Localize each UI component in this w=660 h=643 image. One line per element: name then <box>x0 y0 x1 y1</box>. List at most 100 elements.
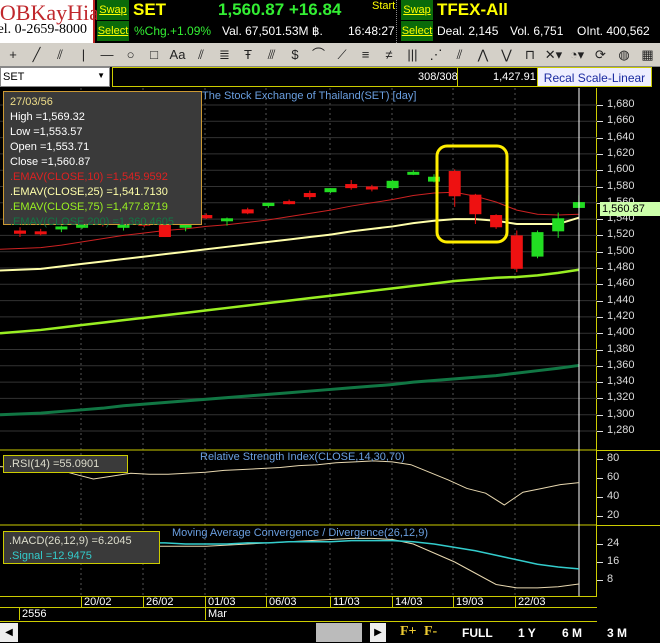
cycle-icon[interactable]: ⫽ <box>449 45 471 65</box>
macd-info-panel: .MACD(26,12,9) =6.2045 .Signal =12.9475 <box>3 531 160 564</box>
tfex-swap-button[interactable]: Swap <box>401 0 433 20</box>
axis-tick <box>597 284 603 286</box>
andrews-pitchfork-icon[interactable]: ⫻ <box>261 45 283 65</box>
tfex-select-button[interactable]: Select <box>401 21 433 41</box>
set-select-button[interactable]: Select <box>97 21 129 41</box>
axis-tick <box>597 300 603 302</box>
rectangle-icon[interactable]: □ <box>143 45 165 65</box>
candle-body <box>448 171 461 197</box>
scrollbar-thumb[interactable] <box>316 623 362 642</box>
macd-value: .MACD(26,12,9) =6.2045 <box>9 535 132 547</box>
circle-icon[interactable]: ○ <box>120 45 142 65</box>
fan-icon[interactable]: ⟋ <box>331 45 353 65</box>
magnet-icon[interactable]: ⊓ <box>519 45 541 65</box>
broker-logo: UOBKayHian Tel. 0-2659-8000 <box>0 0 110 43</box>
calendar-icon[interactable]: ▦ <box>637 45 659 65</box>
start-label: Start <box>372 0 396 12</box>
price-tick-label: 1,680 <box>607 98 635 110</box>
price-tick-label: 1,420 <box>607 309 635 322</box>
axis-tick <box>597 414 603 416</box>
clock-icon[interactable]: ◔▾ <box>566 45 588 65</box>
axis-tick <box>597 268 603 269</box>
ohlc-info-panel: 27/03/56 High =1,569.32 Low =1,553.57 Op… <box>3 91 202 228</box>
delete-icon[interactable]: ✕▾ <box>543 45 565 65</box>
date-label: 06/03 <box>266 596 297 608</box>
gann-icon[interactable]: ≠ <box>378 45 400 65</box>
recal-scale-button[interactable]: Recal Scale-Linear <box>537 67 652 87</box>
palette-icon[interactable]: ◍ <box>613 45 635 65</box>
parallel-line-icon[interactable]: ⫽ <box>49 45 71 65</box>
vertical-line-icon[interactable]: | <box>73 45 95 65</box>
macd-tick-label: 8 <box>607 573 614 585</box>
axis-tick <box>597 497 603 498</box>
scroll-right-button[interactable]: ▶ <box>370 623 386 642</box>
tfex-symbol: TFEX-All <box>437 0 508 19</box>
crosshair-icon[interactable]: + <box>2 45 24 65</box>
cursor-value: 1,427.91 <box>493 71 536 83</box>
month-label: Mar <box>205 608 227 620</box>
date-label: 26/02 <box>143 596 174 608</box>
axis-tick <box>597 219 603 221</box>
candle-body <box>407 171 420 175</box>
fibonacci-icon[interactable]: ≣ <box>214 45 236 65</box>
axis-tick <box>597 580 603 581</box>
price-tick-label: 1,480 <box>607 261 635 273</box>
time-zone-icon[interactable]: ||| <box>402 45 424 65</box>
chevron-down-icon[interactable]: ▼ <box>97 71 105 80</box>
range-6m-button[interactable]: 6 M <box>562 626 582 640</box>
set-price-change: 1,560.87 +16.84 <box>218 0 342 19</box>
abc-wave-icon[interactable]: ⋁ <box>496 45 518 65</box>
rsi-tick-label: 60 <box>607 471 620 483</box>
rsi-title: Relative Strength Index(CLOSE,14,30,70) <box>200 451 405 463</box>
gann-fan-icon[interactable]: ⋰ <box>425 45 447 65</box>
date-axis: 20/02 26/02 01/03 06/03 11/03 14/03 19/03 22/03 <box>0 596 597 608</box>
elliott-wave-icon[interactable]: ⋀ <box>472 45 494 65</box>
price-tick-label: 1,340 <box>607 375 635 388</box>
set-swap-button[interactable]: Swap <box>97 0 129 20</box>
axis-tick <box>597 316 603 318</box>
axis-tick <box>597 235 603 237</box>
axis-tick <box>597 398 603 400</box>
range-1y-button[interactable]: 1 Y <box>518 626 536 640</box>
rsi-value: .RSI(14) =55.0901 <box>9 458 100 470</box>
speed-line-icon[interactable]: $ <box>284 45 306 65</box>
macd-tick-label: 24 <box>607 537 620 549</box>
symbol-value: SET <box>3 71 25 83</box>
refresh-icon[interactable]: ⟳ <box>590 45 612 65</box>
ema75-line <box>0 268 580 335</box>
range-full-button[interactable]: FULL <box>462 626 493 640</box>
line-icon[interactable]: ╱ <box>26 45 48 65</box>
fibonacci-time-icon[interactable]: Ŧ <box>237 45 259 65</box>
year-label: 2556 <box>19 608 46 620</box>
price-tick-label: 1,300 <box>607 407 635 420</box>
header-divider <box>396 0 397 43</box>
date-label: 11/03 <box>330 596 360 608</box>
set-value: Val. 67,501.53M ฿. <box>222 24 323 38</box>
retracement-icon[interactable]: ≡ <box>355 45 377 65</box>
candle-body <box>283 201 296 205</box>
candle-body <box>34 231 47 235</box>
symbol-select[interactable]: SET ▼ <box>0 67 110 87</box>
axis-tick <box>597 137 603 139</box>
candle-body <box>324 188 337 193</box>
axis-tick <box>597 251 603 253</box>
horizontal-line-icon[interactable]: — <box>96 45 118 65</box>
price-axis[interactable]: 1,6801,6601,6401,6201,6001,5801,5601,540… <box>597 88 660 596</box>
candle-body <box>303 193 316 198</box>
fibonacci-arc-icon[interactable]: ⌒ <box>308 45 330 65</box>
axis-tick <box>597 562 603 563</box>
chart-area[interactable]: The Stock Exchange of Thailand(SET) [day… <box>0 88 597 596</box>
channel-icon[interactable]: ⫽ <box>190 45 212 65</box>
text-icon[interactable]: Aa <box>167 45 189 65</box>
scroll-left-button[interactable]: ◀ <box>0 623 18 642</box>
axis-tick <box>597 365 603 367</box>
range-3m-button[interactable]: 3 M <box>607 626 627 640</box>
candle-body <box>552 218 565 232</box>
info-high: High =1,569.32 <box>10 111 85 123</box>
info-ema25: .EMAV(CLOSE,25) =1,541.7130 <box>10 186 168 198</box>
candle-body <box>386 180 399 189</box>
zoom-in-button[interactable]: F+ <box>400 624 417 640</box>
axis-tick <box>597 186 603 188</box>
axis-tick <box>597 459 603 460</box>
zoom-out-button[interactable]: F- <box>424 624 437 640</box>
